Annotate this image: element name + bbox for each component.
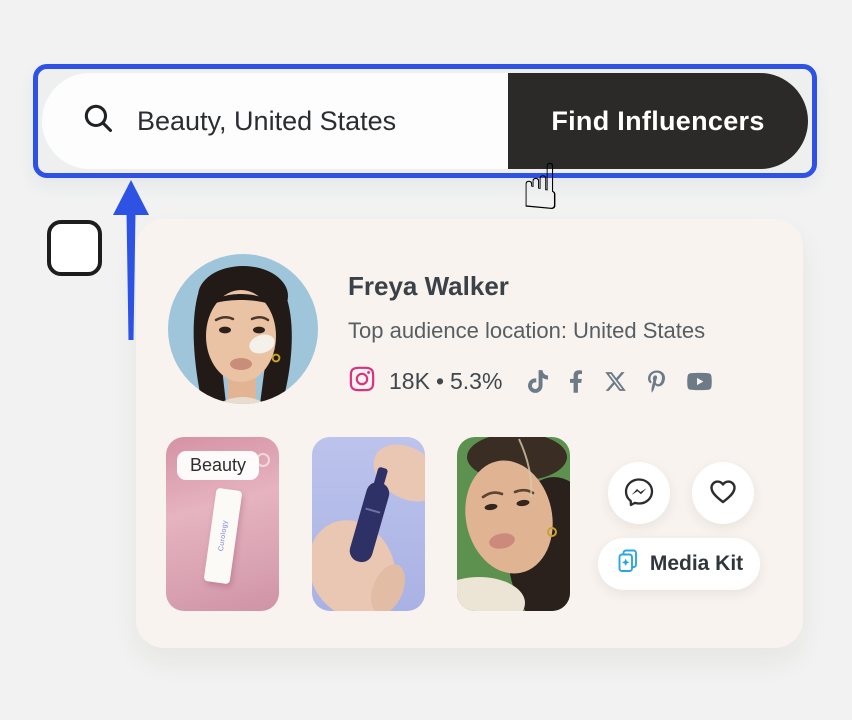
hand-cursor-icon: ☝ xyxy=(521,156,560,220)
messenger-icon xyxy=(622,475,656,512)
heart-icon xyxy=(706,475,740,512)
tiktok-icon xyxy=(528,370,548,393)
product-tube: Curology xyxy=(204,488,243,585)
media-kit-icon xyxy=(615,548,641,580)
youtube-icon xyxy=(686,370,713,393)
facebook-icon xyxy=(569,370,583,393)
instagram-icon xyxy=(348,365,376,398)
product-label: Curology xyxy=(217,520,228,552)
stats-text: 18K•5.3% xyxy=(389,368,502,395)
media-kit-button[interactable]: Media Kit xyxy=(598,538,760,590)
influencer-name: Freya Walker xyxy=(348,271,713,302)
category-tag: Beauty xyxy=(177,451,259,480)
audience-location: Top audience location: United States xyxy=(348,318,713,344)
message-button[interactable] xyxy=(608,462,670,524)
engagement-rate: 5.3% xyxy=(450,368,502,394)
content-thumbnail-beauty: Curology Beauty xyxy=(166,437,279,611)
followers-count: 18K xyxy=(389,368,430,394)
search-input[interactable] xyxy=(137,106,477,137)
search-field[interactable] xyxy=(42,73,508,169)
content-thumbnail-portrait xyxy=(457,437,570,611)
media-kit-label: Media Kit xyxy=(650,552,743,576)
checkbox[interactable] xyxy=(47,220,102,276)
pinterest-icon xyxy=(648,370,665,393)
content-thumbnail-product xyxy=(312,437,425,611)
stats-separator: • xyxy=(436,368,444,394)
search-icon xyxy=(82,102,115,140)
watermark-icon xyxy=(256,453,270,467)
influencer-card: Freya Walker Top audience location: Unit… xyxy=(136,219,803,648)
x-twitter-icon xyxy=(604,370,627,393)
search-bar: Find Influencers xyxy=(33,64,817,178)
arrow-up-annotation xyxy=(111,180,151,345)
favorite-button[interactable] xyxy=(692,462,754,524)
avatar xyxy=(168,254,318,404)
